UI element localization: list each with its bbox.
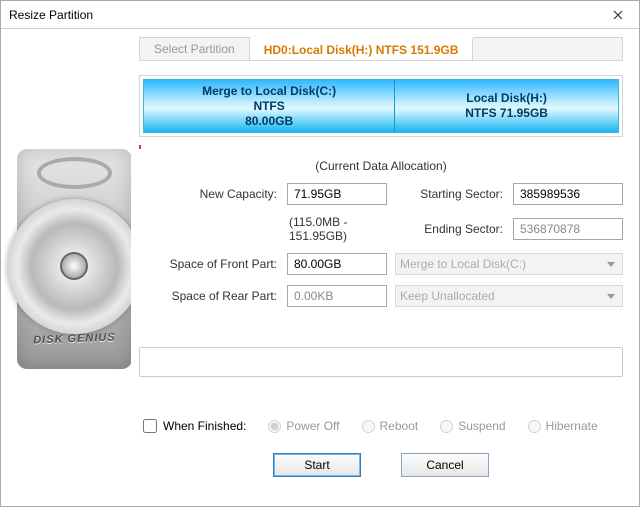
starting-sector-label: Starting Sector: (395, 187, 505, 201)
new-capacity-input[interactable] (287, 183, 387, 205)
start-button[interactable]: Start (273, 453, 361, 477)
window-title: Resize Partition (9, 8, 93, 22)
front-part-select[interactable]: Merge to Local Disk(C:) (395, 253, 623, 275)
new-capacity-label: New Capacity: (139, 187, 279, 201)
tab-active-partition[interactable]: HD0:Local Disk(H:) NTFS 151.9GB (250, 37, 474, 60)
capacity-range-hint: (115.0MB - 151.95GB) (287, 215, 387, 243)
partition-segment[interactable]: Local Disk(H:)NTFS 71.95GB (395, 80, 618, 132)
ending-sector-input (513, 218, 623, 240)
rear-part-input (287, 285, 387, 307)
starting-sector-input[interactable] (513, 183, 623, 205)
allocation-title: (Current Data Allocation) (139, 159, 623, 173)
hdd-illustration: DISK GENIUS (17, 149, 131, 369)
info-box (139, 347, 623, 377)
cancel-button[interactable]: Cancel (401, 453, 489, 477)
rear-part-label: Space of Rear Part: (139, 289, 279, 303)
tab-select-partition[interactable]: Select Partition (140, 38, 250, 60)
titlebar: Resize Partition (1, 1, 639, 29)
close-button[interactable] (597, 1, 639, 28)
sidebar: DISK GENIUS (1, 29, 131, 506)
partition-bar[interactable]: Merge to Local Disk(C:)NTFS80.00GBLocal … (139, 75, 623, 137)
when-finished-row: When Finished: Power Off Reboot Suspend … (139, 419, 623, 433)
close-icon (613, 10, 623, 20)
when-finished-label: When Finished: (163, 419, 246, 433)
tab-strip: Select Partition HD0:Local Disk(H:) NTFS… (139, 37, 623, 61)
content: Select Partition HD0:Local Disk(H:) NTFS… (131, 29, 639, 506)
rear-part-select[interactable]: Keep Unallocated (395, 285, 623, 307)
dialog-buttons: Start Cancel (139, 453, 623, 477)
when-finished-checkbox[interactable]: When Finished: (143, 419, 246, 433)
radio-suspend[interactable]: Suspend (440, 419, 505, 433)
main: DISK GENIUS Select Partition HD0:Local D… (1, 29, 639, 506)
divider-marker (139, 145, 623, 149)
when-finished-check[interactable] (143, 419, 157, 433)
radio-hibernate[interactable]: Hibernate (528, 419, 598, 433)
front-part-input[interactable] (287, 253, 387, 275)
radio-power-off[interactable]: Power Off (268, 419, 339, 433)
partition-segment[interactable]: Merge to Local Disk(C:)NTFS80.00GB (144, 80, 395, 132)
radio-reboot[interactable]: Reboot (362, 419, 419, 433)
allocation-form: New Capacity: Starting Sector: (115.0MB … (139, 183, 623, 307)
ending-sector-label: Ending Sector: (395, 222, 505, 236)
front-part-label: Space of Front Part: (139, 257, 279, 271)
